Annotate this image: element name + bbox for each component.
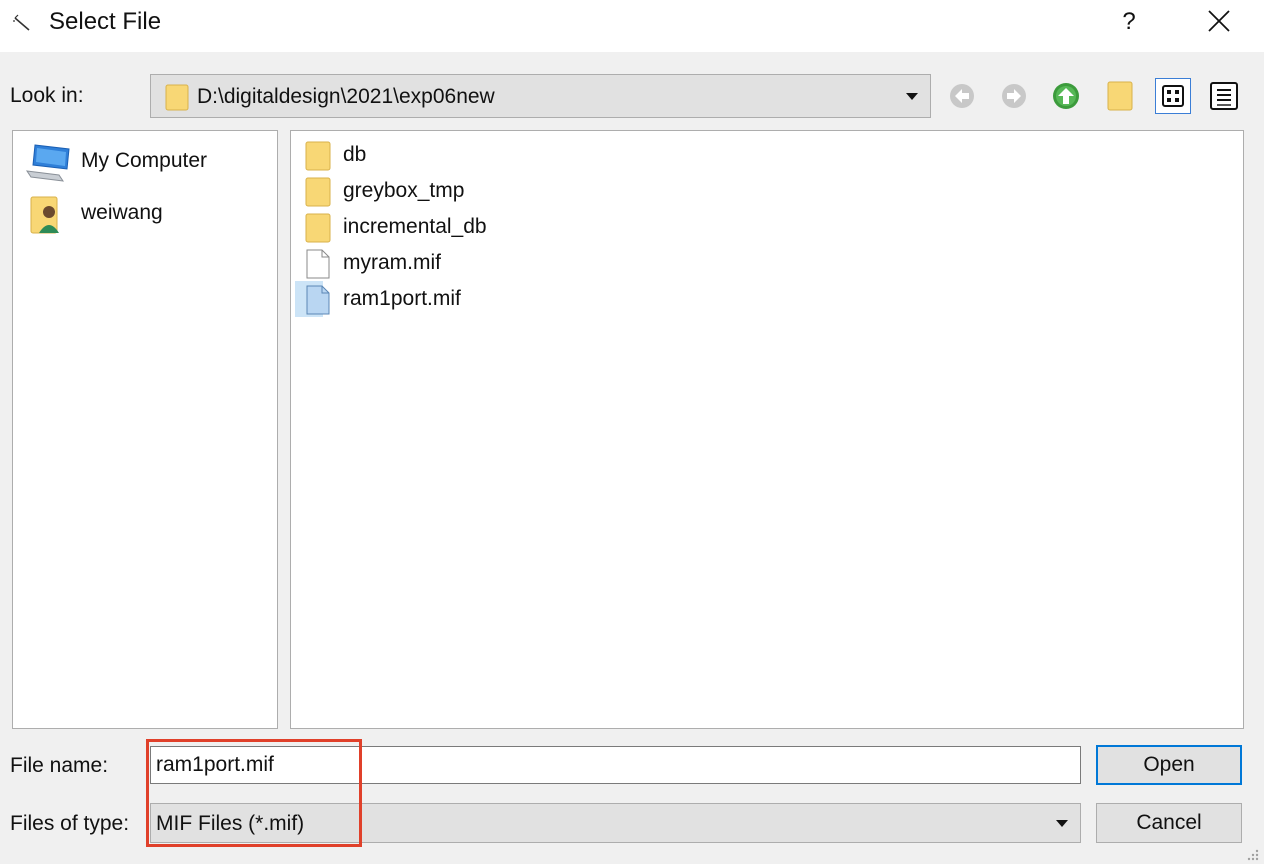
file-type-select[interactable]: MIF Files (*.mif)	[150, 803, 1081, 843]
chevron-down-icon	[1056, 820, 1068, 827]
computer-icon	[25, 144, 70, 182]
forward-icon[interactable]	[996, 78, 1032, 114]
sidebar-item-label: weiwang	[81, 201, 163, 224]
help-button[interactable]: ?	[1104, 0, 1154, 44]
look-in-path: D:\digitaldesign\2021\exp06new	[197, 85, 495, 108]
file-list: db greybox_tmp incremental_db myram.mif …	[290, 130, 1244, 729]
cancel-button[interactable]: Cancel	[1096, 803, 1242, 843]
close-icon[interactable]	[1194, 0, 1244, 44]
parent-folder-icon[interactable]	[1048, 78, 1084, 114]
file-name-field[interactable]	[150, 746, 1081, 784]
file-name: greybox_tmp	[343, 179, 465, 202]
list-item[interactable]: db	[295, 137, 366, 173]
list-view-button[interactable]	[1155, 78, 1191, 114]
folder-icon	[305, 141, 331, 171]
app-wand-icon	[13, 14, 30, 31]
detail-view-icon[interactable]	[1206, 78, 1242, 114]
file-icon	[306, 249, 330, 279]
chevron-down-icon	[906, 93, 918, 100]
folder-icon	[305, 177, 331, 207]
file-name-label: File name:	[10, 754, 109, 777]
list-view-icon	[1162, 85, 1184, 107]
sidebar: My Computer weiwang	[12, 130, 278, 729]
file-name: myram.mif	[343, 251, 441, 274]
window-title: Select File	[49, 8, 162, 35]
back-icon[interactable]	[944, 78, 980, 114]
list-item[interactable]: myram.mif	[295, 245, 441, 281]
user-folder-icon	[30, 196, 59, 234]
title-bar: Select File ?	[0, 0, 1264, 52]
list-item[interactable]: ram1port.mif	[295, 281, 461, 317]
file-name: incremental_db	[343, 215, 487, 238]
file-name: db	[343, 143, 367, 166]
resize-grip-icon[interactable]	[1244, 846, 1260, 862]
file-type-value: MIF Files (*.mif)	[156, 812, 305, 835]
file-name: ram1port.mif	[343, 287, 461, 310]
file-type-label: Files of type:	[10, 812, 130, 835]
list-item[interactable]: incremental_db	[295, 209, 487, 245]
open-button[interactable]: Open	[1096, 745, 1242, 785]
file-icon	[306, 285, 330, 315]
new-folder-icon[interactable]	[1102, 78, 1138, 114]
look-in-label: Look in:	[10, 84, 84, 107]
list-item[interactable]: greybox_tmp	[295, 173, 464, 209]
sidebar-item-label: My Computer	[81, 149, 208, 172]
folder-icon	[305, 213, 331, 243]
look-in-combo[interactable]: D:\digitaldesign\2021\exp06new	[150, 74, 931, 118]
sidebar-item-weiwang[interactable]: weiwang	[21, 191, 269, 235]
folder-icon	[165, 84, 189, 111]
sidebar-item-my-computer[interactable]: My Computer	[21, 139, 269, 183]
